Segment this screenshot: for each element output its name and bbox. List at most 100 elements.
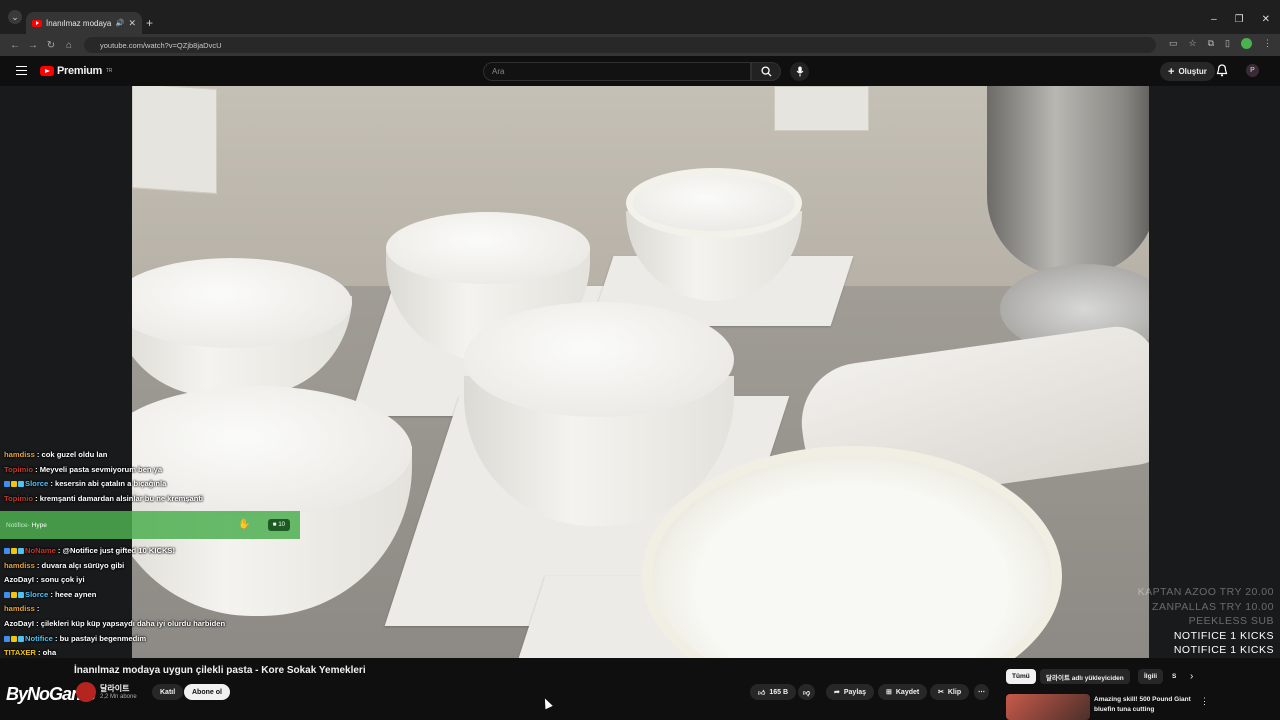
browser-actions: ▭ ☆ ⧉ ▯ ⋮ bbox=[1169, 38, 1272, 49]
recommendation-thumbnail[interactable] bbox=[1006, 694, 1090, 720]
chat-username: Notifice bbox=[25, 633, 53, 643]
video-title: İnanılmaz modaya uygun çilekli pasta - K… bbox=[74, 665, 366, 676]
video-cake bbox=[386, 212, 590, 284]
minimize-icon[interactable]: – bbox=[1211, 14, 1217, 25]
video-player[interactable]: hamdiss : cok guzel oldu lan Topimio : Me… bbox=[0, 86, 1280, 658]
chip-uploader[interactable]: 달라이트 adlı yükleyiciden bbox=[1040, 669, 1130, 684]
clip-button[interactable]: ✂ Klip bbox=[930, 684, 970, 700]
account-avatar[interactable]: P bbox=[1246, 64, 1259, 77]
chip-all[interactable]: Tümü bbox=[1006, 669, 1036, 684]
sidebar-icon[interactable]: ▯ bbox=[1225, 38, 1230, 49]
chat-username: NoName bbox=[25, 546, 56, 555]
restore-icon[interactable]: ❐ bbox=[1235, 14, 1244, 25]
chat-text: : oha bbox=[35, 648, 57, 658]
browser-tabbar: ⌄ İnanılmaz modaya uygun ç 🔊 ✕ + – ❐ ✕ bbox=[0, 0, 1280, 34]
channel-name[interactable]: 달라이트 bbox=[100, 683, 129, 694]
chat-username: hamdiss bbox=[4, 604, 35, 614]
chat-text: : bu pastayi begenmedim bbox=[52, 633, 147, 643]
home-icon[interactable]: ⌂ bbox=[60, 40, 78, 51]
like-count: 165 B bbox=[769, 688, 789, 696]
chat-badge-icon bbox=[11, 635, 17, 642]
chat-text: : Meyveli pasta sevmiyorum ben ya bbox=[32, 464, 163, 474]
youtube-logo[interactable]: Premium TR bbox=[40, 65, 112, 77]
chat-badge-icon bbox=[4, 591, 10, 598]
tab-search-button[interactable]: ⌄ bbox=[8, 10, 22, 24]
donation-entry: NOTIFICE 1 KICKS bbox=[1173, 629, 1274, 642]
profile-avatar[interactable] bbox=[1241, 38, 1252, 49]
search-button[interactable] bbox=[751, 62, 781, 81]
chip-label: İlgili bbox=[1144, 673, 1157, 680]
address-bar[interactable]: youtube.com/watch?v=QZjb8jaDvcU bbox=[84, 37, 1156, 53]
speaker-icon[interactable]: 🔊 bbox=[116, 19, 125, 27]
url-text: youtube.com/watch?v=QZjb8jaDvcU bbox=[100, 40, 222, 50]
join-button[interactable]: Katıl bbox=[152, 684, 184, 700]
more-menu-icon[interactable]: ⋮ bbox=[1263, 38, 1272, 49]
video-outlet bbox=[132, 86, 217, 194]
close-window-icon[interactable]: ✕ bbox=[1262, 14, 1270, 25]
recommendation-title[interactable]: Amazing skill! 500 Pound Giant bluefin t… bbox=[1094, 695, 1194, 715]
back-icon[interactable]: ← bbox=[6, 40, 24, 51]
more-horizontal-icon: ⋯ bbox=[978, 689, 985, 696]
subscribe-button[interactable]: Abone ol bbox=[184, 684, 230, 700]
save-label: Kaydet bbox=[895, 688, 920, 696]
chat-text: : sonu çok iyi bbox=[33, 575, 85, 585]
chat-message: Notifice : bu pastayi begenmedim bbox=[4, 632, 304, 647]
chat-text: : cok guzel oldu lan bbox=[34, 450, 108, 459]
chat-message: Topimio : Meyveli pasta sevmiyorum ben y… bbox=[4, 463, 304, 478]
chat-text: : çilekleri küp küp yapsaydı daha iyi ol… bbox=[33, 618, 226, 628]
donation-entry: NOTIFICE 1 KICKS bbox=[1173, 644, 1274, 656]
chat-badge-icon bbox=[11, 548, 17, 554]
more-actions-button[interactable]: ⋯ bbox=[974, 684, 989, 700]
like-button[interactable]: 👍︎ 165 B bbox=[750, 684, 797, 700]
reload-icon[interactable]: ↻ bbox=[42, 40, 60, 51]
chat-message: Topimio : kremşanti damardan alsinlar bu… bbox=[4, 492, 304, 507]
search-input[interactable]: Ara bbox=[483, 62, 751, 81]
hand-icon: ✋ bbox=[238, 519, 251, 530]
logo-country: TR bbox=[105, 68, 113, 74]
chip-label: Tümü bbox=[1012, 673, 1030, 680]
menu-icon[interactable] bbox=[16, 66, 27, 75]
chat-username: Slorce bbox=[25, 479, 49, 489]
video-cake bbox=[464, 302, 734, 417]
forward-icon[interactable]: → bbox=[24, 40, 42, 51]
video-outlet bbox=[774, 86, 869, 131]
chevron-right-icon[interactable]: › bbox=[1190, 671, 1193, 682]
new-tab-button[interactable]: + bbox=[146, 16, 153, 30]
kick-icon: ■ bbox=[272, 522, 277, 528]
close-tab-icon[interactable]: ✕ bbox=[128, 18, 136, 29]
chip-related[interactable]: İlgili bbox=[1138, 669, 1163, 684]
chat-message: Slorce : heee aynen bbox=[4, 588, 304, 603]
recommendation-menu-icon[interactable]: ⋮ bbox=[1200, 696, 1209, 707]
extensions-icon[interactable]: ⧉ bbox=[1208, 38, 1214, 49]
chat-username: TITAXER bbox=[4, 648, 36, 658]
logo-text: Premium bbox=[57, 65, 102, 77]
video-details: İnanılmaz modaya uygun çilekli pasta - K… bbox=[0, 658, 1280, 720]
notifications-bell-icon[interactable] bbox=[1216, 64, 1228, 77]
chip-label: S bbox=[1172, 673, 1177, 680]
voice-search-button[interactable] bbox=[790, 62, 809, 81]
chat-badge-icon bbox=[4, 481, 10, 488]
dislike-button[interactable]: 👎︎ bbox=[798, 684, 816, 700]
chat-message: AzoDayI : çilekleri küp küp yapsaydı dah… bbox=[4, 617, 304, 632]
chat-text: : heee aynen bbox=[48, 589, 97, 599]
save-button[interactable]: ⊞ Kaydet bbox=[878, 684, 928, 700]
stream-chat-overlay-2: NoName : @Notifice just gifted 10 KICKS!… bbox=[4, 544, 304, 658]
chip-more[interactable]: S bbox=[1166, 669, 1182, 684]
share-label: Paylaş bbox=[843, 688, 867, 696]
chat-badge-icon bbox=[4, 548, 10, 554]
search-icon bbox=[760, 66, 772, 77]
hype-text: · Hype bbox=[27, 521, 47, 529]
join-label: Katıl bbox=[160, 688, 176, 696]
chat-badge-icon bbox=[18, 635, 24, 642]
channel-subscribers: 2,2 Mn abone bbox=[100, 694, 137, 700]
bookmark-star-icon[interactable]: ☆ bbox=[1189, 38, 1197, 49]
channel-avatar[interactable] bbox=[76, 682, 96, 702]
create-button[interactable]: + Oluştur bbox=[1160, 62, 1215, 81]
browser-tab[interactable]: İnanılmaz modaya uygun ç 🔊 ✕ bbox=[26, 12, 142, 34]
cast-icon[interactable]: ▭ bbox=[1169, 38, 1178, 49]
donation-entry: KAPTAN AZOO TRY 20.00 bbox=[1137, 586, 1274, 598]
chat-text: : bbox=[34, 604, 40, 614]
chat-text: : kesersin abi çatalın a bıçağınla bbox=[48, 479, 167, 489]
chat-text: : @Notifice just gifted 10 KICKS! bbox=[55, 546, 176, 555]
share-button[interactable]: ➦ Paylaş bbox=[826, 684, 875, 700]
